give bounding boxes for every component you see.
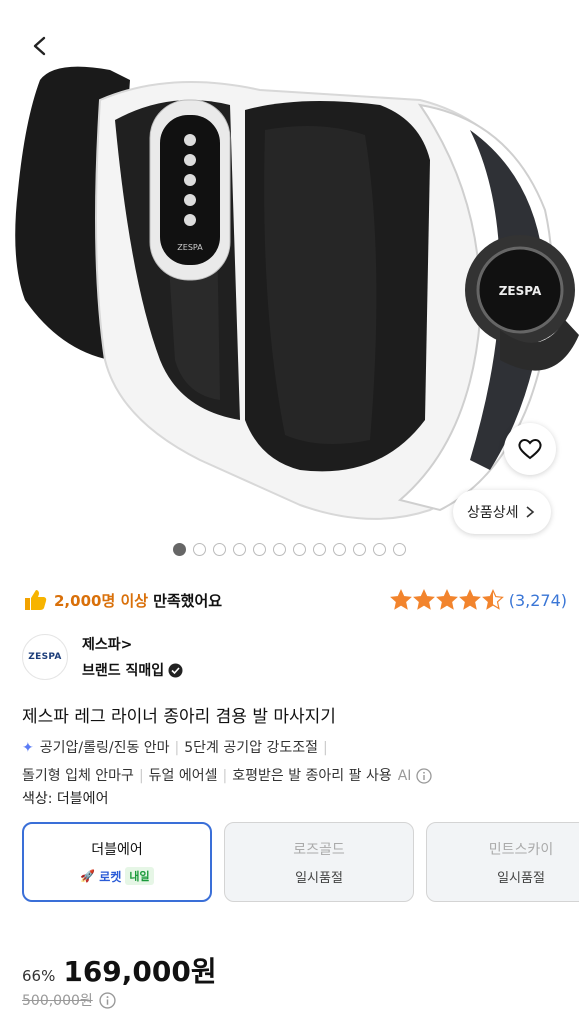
satisfaction-count: 2,000명 이상 (54, 591, 149, 610)
star-full-icon (389, 589, 412, 610)
brand-info: 제스파> 브랜드 직매입 (82, 634, 183, 680)
review-count[interactable]: (3,274) (509, 591, 567, 610)
gallery-dot[interactable] (373, 543, 386, 556)
gallery-dot[interactable] (313, 543, 326, 556)
option-rose-gold[interactable]: 로즈골드 일시품절 (224, 822, 414, 902)
gallery-dot[interactable] (173, 543, 186, 556)
star-full-icon (412, 589, 435, 610)
gallery-pagination[interactable] (0, 543, 579, 556)
feature-separator: | (222, 768, 228, 784)
features-line-1: ✦ 공기압/롤링/진동 안마 | 5단계 공기압 강도조절 | (22, 734, 567, 762)
option-status: 일시품절 (497, 870, 545, 886)
features-line-2: 돌기형 입체 안마구 | 듀얼 에어셀 | 호평받은 발 종아리 팔 사용 AI (22, 762, 567, 790)
option-name: 민트스카이 (488, 841, 554, 858)
rocket-icon: 🚀 (80, 869, 96, 883)
rocket-delivery: 🚀 로켓 내일 (80, 867, 154, 885)
brand-name: 제스파 (82, 637, 121, 653)
gallery-dot[interactable] (393, 543, 406, 556)
chevron-left-icon (33, 36, 46, 56)
feature-item: 돌기형 입체 안마구 (22, 768, 134, 784)
info-icon[interactable] (99, 991, 116, 1009)
product-image[interactable]: ZESPA ZESPA (0, 60, 579, 530)
feature-item: 5단계 공기압 강도조절 (184, 740, 318, 756)
gallery-dot[interactable] (253, 543, 266, 556)
price-row: 66% 169,000원 (22, 950, 217, 990)
color-options[interactable]: 더블에어 🚀 로켓 내일 로즈골드 일시품절 민트스카이 일시품절 (22, 822, 579, 902)
brand-official-label: 브랜드 직매입 (82, 663, 165, 679)
feature-separator: | (323, 740, 328, 756)
product-title: 제스파 레그 라이너 종아리 겸용 발 마사지기 (22, 707, 336, 727)
product-detail-button[interactable]: 상품상세 (453, 490, 551, 534)
back-button[interactable] (22, 28, 58, 64)
option-double-air[interactable]: 더블에어 🚀 로켓 내일 (22, 822, 212, 902)
control-panel-brand: ZESPA (177, 243, 203, 252)
option-name: 더블에어 (91, 842, 143, 858)
feature-item: 공기압/롤링/진동 안마 (39, 740, 170, 756)
gallery-dot[interactable] (273, 543, 286, 556)
original-price-row: 500,000원 (22, 990, 116, 1010)
product-gallery[interactable]: ZESPA ZESPA 상품상세 (0, 0, 579, 540)
color-option-label: 색상: 더블에어 (22, 791, 109, 807)
delivery-badge: 내일 (125, 867, 154, 885)
star-half-icon (481, 589, 504, 610)
option-name: 로즈골드 (293, 841, 345, 858)
option-mint-sky[interactable]: 민트스카이 일시품절 (426, 822, 579, 902)
brand-logo-text: ZESPA (28, 652, 62, 662)
gallery-dot[interactable] (233, 543, 246, 556)
feature-separator: | (138, 768, 144, 784)
brand-name-link[interactable]: 제스파> (82, 634, 183, 654)
ai-label: AI (397, 768, 412, 784)
gallery-dot[interactable] (213, 543, 226, 556)
feature-separator: | (174, 740, 180, 756)
star-rating (389, 589, 504, 611)
brand-chevron: > (120, 637, 133, 653)
gallery-dot[interactable] (293, 543, 306, 556)
satisfaction-row: 2,000명 이상 만족했어요 (3,274) (22, 585, 567, 615)
rating[interactable]: (3,274) (389, 589, 567, 611)
chevron-right-icon (526, 506, 534, 518)
wishlist-button[interactable] (504, 423, 556, 475)
heart-outline-icon (518, 439, 542, 460)
sparkle-icon: ✦ (22, 740, 34, 756)
option-status: 일시품절 (295, 870, 343, 886)
feature-item: 듀얼 에어셀 (148, 768, 218, 784)
dial-brand: ZESPA (499, 284, 542, 298)
brand-logo[interactable]: ZESPA (22, 634, 68, 680)
rocket-label: 로켓 (99, 869, 122, 884)
feature-item: 호평받은 발 종아리 팔 사용 (232, 768, 392, 784)
gallery-dot[interactable] (333, 543, 346, 556)
product-features: ✦ 공기압/롤링/진동 안마 | 5단계 공기압 강도조절 | 돌기형 입체 안마구 | 듀… (22, 734, 567, 790)
discount-rate: 66% (22, 967, 56, 985)
gallery-dot[interactable] (353, 543, 366, 556)
brand-official: 브랜드 직매입 (82, 660, 183, 680)
original-price: 500,000원 (22, 993, 93, 1009)
thumbs-up-icon (25, 590, 47, 610)
star-full-icon (435, 589, 458, 610)
verified-badge-icon (168, 663, 183, 677)
satisfaction-suffix: 만족했어요 (153, 591, 223, 610)
star-full-icon (458, 589, 481, 610)
gallery-dot[interactable] (193, 543, 206, 556)
brand-row[interactable]: ZESPA 제스파> 브랜드 직매입 (22, 630, 183, 684)
info-icon[interactable] (416, 768, 432, 784)
product-detail-label: 상품상세 (467, 505, 519, 521)
sale-price: 169,000원 (63, 955, 217, 988)
